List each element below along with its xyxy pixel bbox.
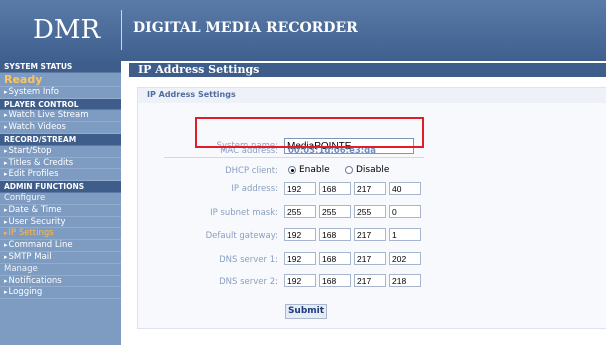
page-title-bar: IP Address Settings (129, 63, 606, 77)
sidebar-group-configure: Configure (0, 193, 121, 205)
sidebar-item-command-line[interactable]: Command Line (0, 240, 121, 252)
gateway-octet-1[interactable] (284, 228, 316, 241)
dhcp-disable-label: Disable (356, 165, 390, 175)
dns1-octet-1[interactable] (284, 252, 316, 265)
dhcp-client-label: DHCP client: (225, 166, 278, 176)
dhcp-enable-label: Enable (299, 165, 330, 175)
subnet-mask-octet-1[interactable] (284, 205, 316, 218)
ip-address-octet-2[interactable] (319, 182, 351, 195)
dns2-octet-2[interactable] (319, 274, 351, 287)
sidebar-item-watch-live-stream[interactable]: Watch Live Stream (0, 110, 121, 123)
dns1-octet-3[interactable] (354, 252, 386, 265)
ip-address-octet-4[interactable] (389, 182, 421, 195)
dns2-octet-1[interactable] (284, 274, 316, 287)
sidebar-item-logging[interactable]: Logging (0, 287, 121, 300)
dns-server-2-label: DNS server 2: (219, 277, 278, 287)
sidebar-section-player-control: PLAYER CONTROL (0, 98, 121, 111)
subnet-mask-octet-4[interactable] (389, 205, 421, 218)
panel-title: IP Address Settings (147, 90, 236, 99)
dns2-octet-4[interactable] (389, 274, 421, 287)
submit-button[interactable]: Submit (285, 304, 327, 319)
ip-address-octet-3[interactable] (354, 182, 386, 195)
gateway-octet-4[interactable] (389, 228, 421, 241)
dns2-octet-3[interactable] (354, 274, 386, 287)
sidebar-item-watch-videos[interactable]: Watch Videos (0, 122, 121, 134)
sidebar-item-notifications[interactable]: Notifications (0, 276, 121, 288)
ip-address-octet-1[interactable] (284, 182, 316, 195)
sidebar-item-edit-profiles[interactable]: Edit Profiles (0, 169, 121, 182)
sidebar-section-admin-functions: ADMIN FUNCTIONS (0, 181, 121, 193)
default-gateway-label: Default gateway: (205, 231, 278, 241)
sidebar-item-system-info[interactable]: System Info (0, 87, 121, 99)
sidebar-nav: SYSTEM STATUS Ready System Info PLAYER C… (0, 61, 121, 345)
form-divider (164, 157, 424, 158)
gateway-octet-2[interactable] (319, 228, 351, 241)
subnet-mask-octet-3[interactable] (354, 205, 386, 218)
app-header: DMR DIGITAL MEDIA RECORDER (0, 0, 606, 61)
sidebar-group-manage: Manage (0, 264, 121, 276)
sidebar-item-date-time[interactable]: Date & Time (0, 205, 121, 217)
sidebar-item-titles-credits[interactable]: Titles & Credits (0, 158, 121, 170)
sidebar-item-smtp-mail[interactable]: SMTP Mail (0, 252, 121, 264)
subnet-mask-label: IP subnet mask: (210, 208, 278, 218)
dhcp-enable-radio[interactable] (288, 166, 296, 174)
panel-header: IP Address Settings (138, 88, 606, 103)
system-status-text: Ready (0, 73, 121, 87)
subnet-mask-octet-2[interactable] (319, 205, 351, 218)
app-logo: DMR (33, 15, 101, 45)
sidebar-section-record-stream: RECORD/STREAM (0, 133, 121, 146)
dns1-octet-2[interactable] (319, 252, 351, 265)
app-title: DIGITAL MEDIA RECORDER (133, 20, 358, 36)
sidebar-item-start-stop[interactable]: Start/Stop (0, 146, 121, 158)
dns1-octet-4[interactable] (389, 252, 421, 265)
sidebar-section-system-status: SYSTEM STATUS (0, 61, 121, 73)
ip-address-label: IP address: (231, 184, 278, 194)
annotation-highlight-box (195, 117, 424, 148)
sidebar-item-ip-settings[interactable]: IP Settings (0, 228, 121, 241)
page-title: IP Address Settings (138, 63, 260, 76)
sidebar-item-user-security[interactable]: User Security (0, 217, 121, 229)
gateway-octet-3[interactable] (354, 228, 386, 241)
dhcp-disable-radio[interactable] (345, 166, 353, 174)
header-divider (121, 10, 122, 50)
dns-server-1-label: DNS server 1: (219, 255, 278, 265)
